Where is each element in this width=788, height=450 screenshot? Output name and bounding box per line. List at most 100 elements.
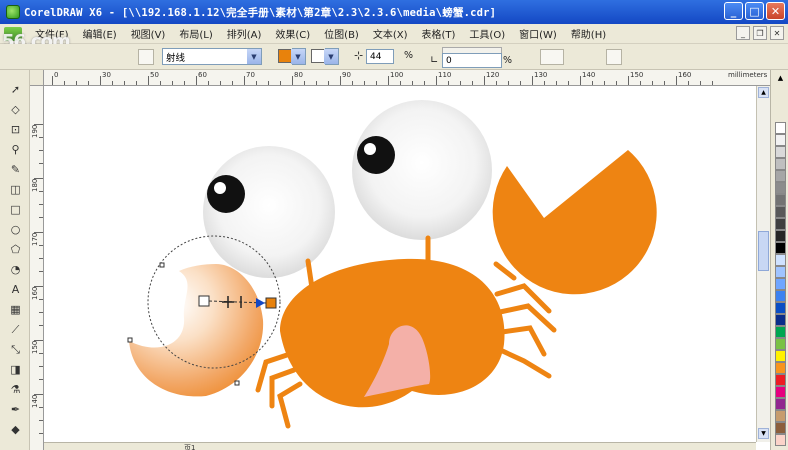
basic-shapes-icon[interactable]: ◔ — [8, 262, 23, 277]
selection-corner-handle[interactable] — [127, 337, 133, 343]
palette-swatch[interactable] — [775, 146, 786, 158]
polygon-tool-icon[interactable]: ⬠ — [8, 242, 23, 257]
ruler-label: 160 — [31, 286, 39, 300]
doc-close-icon[interactable]: ✕ — [770, 26, 784, 40]
menu-tools[interactable]: 工具(O) — [462, 26, 512, 41]
menu-effects[interactable]: 效果(C) — [268, 26, 317, 41]
document-icon[interactable] — [4, 26, 22, 41]
palette-swatch[interactable] — [775, 230, 786, 242]
menu-window[interactable]: 窗口(W) — [512, 26, 564, 41]
palette-swatch[interactable] — [775, 374, 786, 386]
palette-swatch[interactable] — [775, 434, 786, 446]
gradient-end-handle[interactable] — [265, 297, 277, 309]
dimension-tool-icon[interactable]: ⟋ — [8, 322, 23, 337]
selection-corner-handle[interactable] — [159, 262, 165, 268]
crop-tool-icon[interactable]: ⊡ — [8, 122, 23, 137]
chevron-down-icon[interactable]: ▼ — [324, 49, 338, 64]
palette-swatch[interactable] — [775, 158, 786, 170]
vertical-ruler[interactable]: 190 180 170 160 150 140 — [30, 86, 44, 450]
zoom-tool-icon[interactable]: ⚲ — [8, 142, 23, 157]
menu-edit[interactable]: 编辑(E) — [76, 26, 124, 41]
interactive-tool-icon[interactable]: ◨ — [8, 362, 23, 377]
text-tool-icon[interactable]: A — [8, 282, 23, 297]
palette-swatch[interactable] — [775, 386, 786, 398]
menu-file[interactable]: 文件(F) — [28, 26, 76, 41]
table-tool-icon[interactable]: ▦ — [8, 302, 23, 317]
palette-swatch[interactable] — [775, 254, 786, 266]
minimize-button[interactable]: _ — [724, 2, 743, 20]
doc-restore-icon[interactable]: ❐ — [753, 26, 767, 40]
page-tab[interactable]: 页1 — [184, 443, 195, 450]
end-color-swatch[interactable] — [311, 49, 325, 63]
outline-tool-icon[interactable]: ✒ — [8, 402, 23, 417]
menu-table[interactable]: 表格(T) — [415, 26, 463, 41]
palette-swatch[interactable] — [775, 338, 786, 350]
left-claw-selected[interactable] — [129, 264, 264, 397]
ruler-origin[interactable] — [30, 70, 44, 86]
palette-swatch[interactable] — [775, 170, 786, 182]
angle-input[interactable]: 0 — [442, 53, 502, 68]
smart-fill-icon[interactable]: ◫ — [8, 182, 23, 197]
fill-type-select[interactable]: 射线 ▼ — [162, 48, 262, 65]
palette-scroll-up-icon[interactable]: ▲ — [775, 74, 786, 86]
palette-swatch[interactable] — [775, 362, 786, 374]
palette-swatch[interactable] — [775, 206, 786, 218]
connector-tool-icon[interactable]: ⤡ — [8, 342, 23, 357]
chevron-down-icon[interactable]: ▼ — [291, 49, 305, 64]
fill-type-icon[interactable] — [138, 49, 154, 65]
palette-swatch[interactable] — [775, 194, 786, 206]
palette-swatch[interactable] — [775, 326, 786, 338]
palette-swatch[interactable] — [775, 182, 786, 194]
palette-swatch[interactable] — [775, 398, 786, 410]
palette-swatch[interactable] — [775, 422, 786, 434]
right-claw[interactable] — [492, 150, 657, 295]
right-eye-pupil[interactable] — [357, 136, 395, 174]
menu-bitmaps[interactable]: 位图(B) — [317, 26, 366, 41]
rectangle-tool-icon[interactable]: □ — [8, 202, 23, 217]
ellipse-tool-icon[interactable]: ○ — [8, 222, 23, 237]
ruler-label: 180 — [31, 178, 39, 192]
palette-swatch[interactable] — [775, 302, 786, 314]
vertical-scrollbar[interactable]: ▲ ▼ — [756, 86, 770, 442]
freehand-tool-icon[interactable]: ✎ — [8, 162, 23, 177]
end-color-dropdown[interactable]: ▼ — [324, 48, 339, 65]
palette-swatch[interactable] — [775, 290, 786, 302]
horizontal-ruler[interactable]: 0 30 50 60 70 80 90 100 110 120 130 140 150 160 millim… — [30, 70, 770, 86]
maximize-button[interactable]: □ — [745, 2, 764, 20]
doc-minimize-icon[interactable]: _ — [736, 26, 750, 40]
palette-swatch[interactable] — [775, 410, 786, 422]
copy-properties-icon[interactable] — [540, 49, 564, 65]
start-color-dropdown[interactable]: ▼ — [291, 48, 306, 65]
menu-arrange[interactable]: 排列(A) — [220, 26, 269, 41]
drawing-canvas[interactable] — [44, 86, 770, 442]
eyedropper-tool-icon[interactable]: ⚗ — [8, 382, 23, 397]
palette-swatch[interactable] — [775, 314, 786, 326]
scroll-up-icon[interactable]: ▲ — [758, 87, 769, 98]
left-eye-pupil[interactable] — [207, 175, 245, 213]
midpoint-input[interactable]: 44 — [366, 49, 394, 64]
scrollbar-thumb[interactable] — [758, 231, 769, 271]
palette-swatch[interactable] — [775, 278, 786, 290]
close-button[interactable]: ✕ — [766, 2, 785, 20]
palette-swatch[interactable] — [775, 122, 786, 134]
gradient-start-handle[interactable] — [198, 295, 210, 307]
shape-tool-icon[interactable]: ◇ — [8, 102, 23, 117]
fill-options-icon[interactable] — [606, 49, 622, 65]
palette-swatch[interactable] — [775, 350, 786, 362]
palette-swatch[interactable] — [775, 266, 786, 278]
selection-corner-handle[interactable] — [234, 380, 240, 386]
palette-swatch[interactable] — [775, 242, 786, 254]
palette-swatch[interactable] — [775, 218, 786, 230]
scroll-down-icon[interactable]: ▼ — [758, 428, 769, 439]
menu-help[interactable]: 帮助(H) — [564, 26, 613, 41]
palette-swatch[interactable] — [775, 134, 786, 146]
pick-tool-icon[interactable]: ➚ — [8, 82, 23, 97]
menu-text[interactable]: 文本(X) — [366, 26, 415, 41]
menu-layout[interactable]: 布局(L) — [172, 26, 219, 41]
crab-drawing[interactable] — [44, 86, 770, 442]
start-color-swatch[interactable] — [278, 49, 292, 63]
fill-tool-icon[interactable]: ◆ — [8, 422, 23, 437]
chevron-down-icon[interactable]: ▼ — [247, 49, 261, 64]
coreldraw-app-icon[interactable] — [6, 5, 20, 19]
menu-view[interactable]: 视图(V) — [124, 26, 173, 41]
